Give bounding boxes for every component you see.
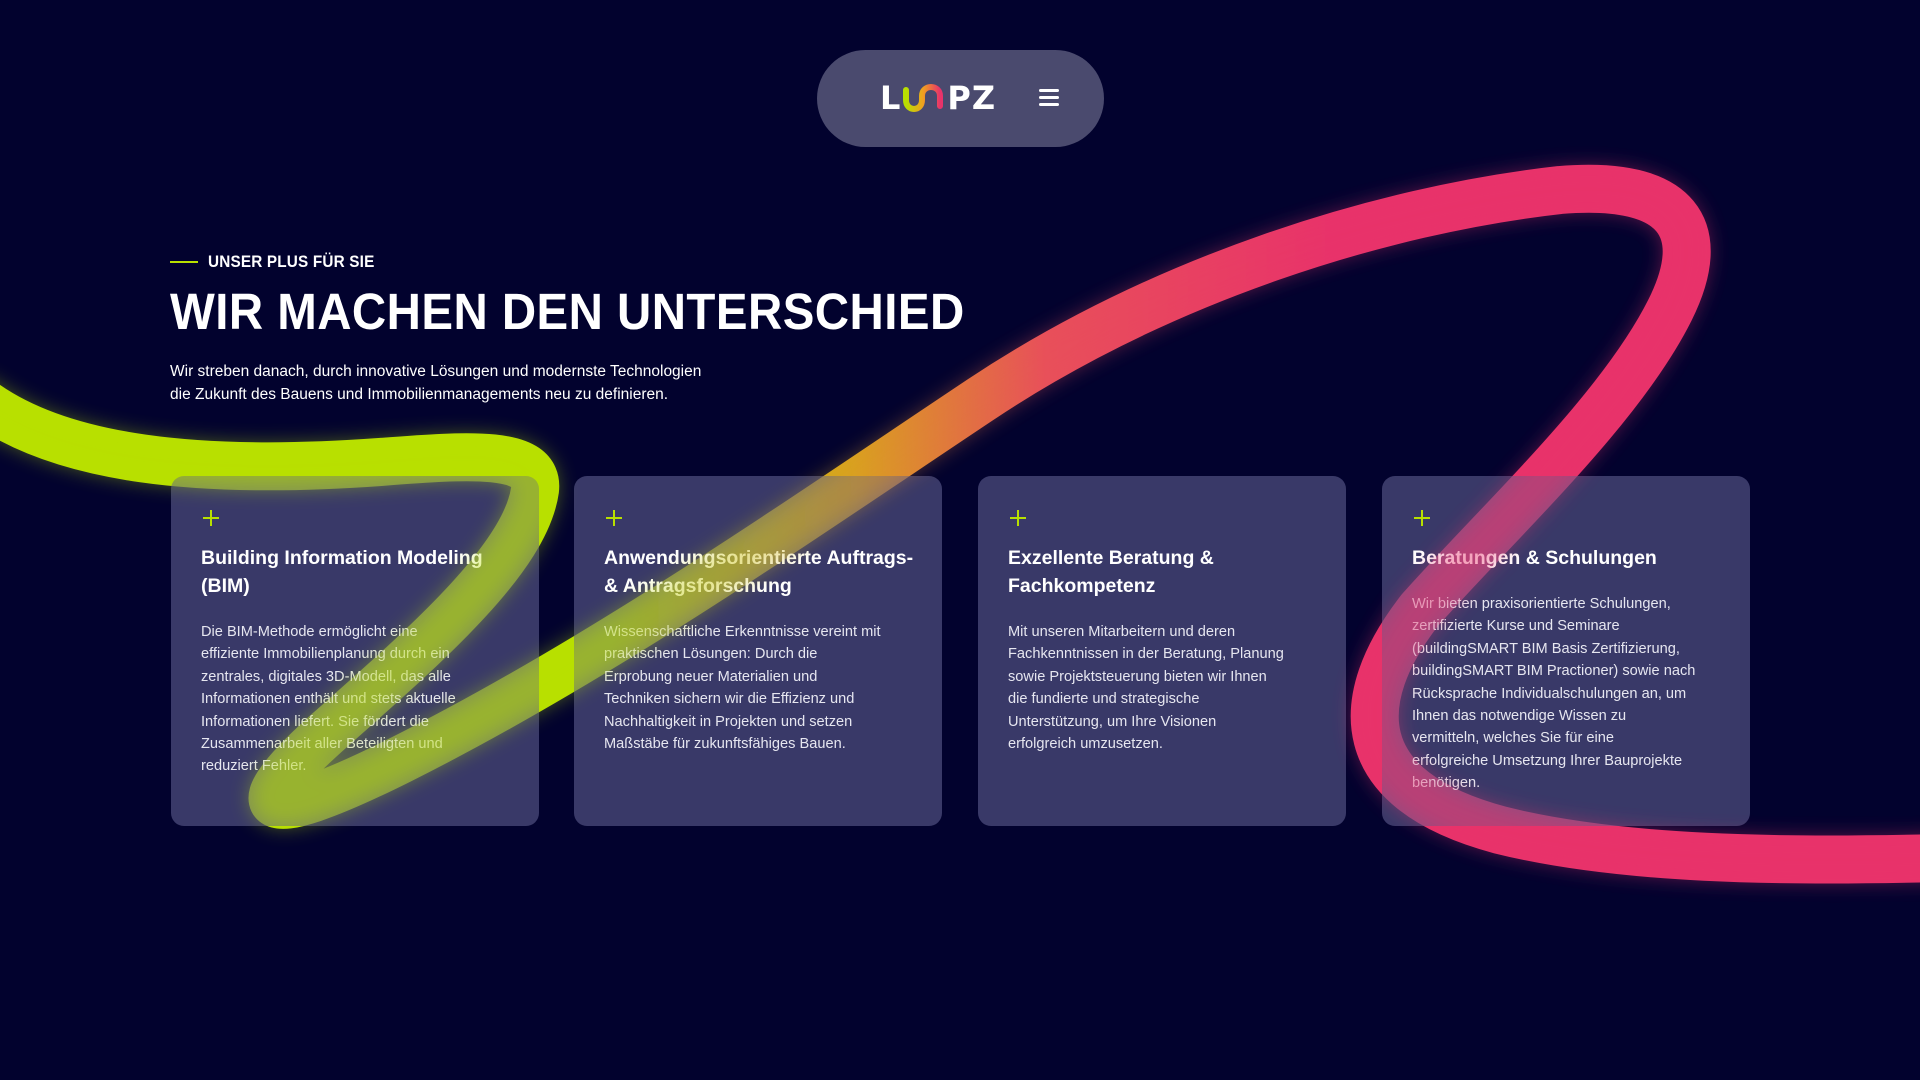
- card-text: Die BIM-Methode ermöglicht eine effizien…: [201, 621, 521, 778]
- top-navigation: L PZ: [817, 50, 1104, 147]
- card-title-line: Anwendungsorientierte Auftrags-: [604, 547, 914, 569]
- card-text-line: reduziert Fehler.: [201, 758, 307, 775]
- card-text-line: Nachhaltigkeit in Projekten und setzen: [604, 713, 853, 730]
- card-text-line: (buildingSMART BIM Basis Zertifizierung,: [1412, 640, 1680, 657]
- intro-line: die Zukunft des Bauens und Immobilienman…: [170, 386, 669, 403]
- card-title-line: (BIM): [201, 575, 250, 597]
- page: L PZ UNSER PLUS FÜR SIE WIR MACHEN DEN U…: [0, 0, 1920, 1080]
- card-text-line: Wir bieten praxisorientierte Schulungen,: [1412, 596, 1671, 612]
- card-text-line: sowie Projektsteuerung bieten wir Ihnen: [1008, 668, 1267, 685]
- card-text-line: Zusammenarbeit aller Beteiligten und: [201, 736, 443, 753]
- hamburger-menu-icon-bar: [1039, 96, 1059, 99]
- logo-letters-right: PZ: [947, 79, 997, 117]
- card-text-line: die fundierte und strategische: [1008, 691, 1200, 708]
- card-text: Mit unseren Mitarbeitern und deren Fachk…: [1008, 621, 1328, 755]
- card-text: Wissenschaftliche Erkenntnisse vereint m…: [604, 621, 924, 755]
- card-text-line: Fachkenntnissen in der Beratung, Planung: [1008, 646, 1284, 663]
- card-text-line: Informationen enthält und stets aktuelle: [201, 691, 456, 708]
- card-text-line: benötigen.: [1412, 775, 1481, 792]
- card-title-line: Fachkompetenz: [1008, 575, 1156, 597]
- card-title: Building Information Modeling (BIM): [201, 544, 516, 600]
- card-text-line: buildingSMART BIM Practioner) sowie nach: [1412, 663, 1696, 680]
- card-text-line: Maßstäbe für zukunftsfähiges Bauen.: [604, 736, 846, 753]
- plus-icon: [606, 510, 622, 526]
- card-text-line: erfolgreiche Umsetzung Ihrer Bauprojekte: [1412, 752, 1683, 769]
- hamburger-menu-icon-bar: [1039, 89, 1059, 92]
- page-title: WIR MACHEN DEN UNTERSCHIED: [170, 283, 965, 340]
- eyebrow-line: [170, 261, 198, 263]
- card-text: Wir bieten praxisorientierte Schulungen,…: [1412, 593, 1732, 795]
- eyebrow: UNSER PLUS FÜR SIE: [170, 252, 393, 272]
- card-title-line: Building Information Modeling: [201, 547, 483, 569]
- card-text-line: Mit unseren Mitarbeitern und deren: [1008, 624, 1236, 640]
- hamburger-menu-icon-bar: [1039, 103, 1059, 106]
- card-title-line: & Antragsforschung: [604, 575, 792, 597]
- intro-line: Wir streben danach, durch innovative Lös…: [170, 363, 702, 380]
- menu-button[interactable]: [1037, 85, 1061, 111]
- card-bim[interactable]: Building Information Modeling (BIM) Die …: [171, 476, 539, 826]
- card-text-line: praktischen Lösungen: Durch die: [604, 646, 818, 663]
- card-text-line: Erprobung neuer Materialien und: [604, 668, 818, 685]
- card-text-line: zertifizierte Kurse und Seminare: [1412, 618, 1620, 635]
- logo[interactable]: L PZ: [880, 78, 996, 118]
- card-text-line: Techniken sichern wir die Effizienz und: [604, 691, 855, 708]
- card-title: Beratungen & Schulungen: [1412, 544, 1727, 572]
- card-research[interactable]: Anwendungsorientierte Auftrags- & Antrag…: [574, 476, 942, 826]
- card-text-line: Rücksprache Individualschulungen an, um: [1412, 685, 1687, 702]
- card-text-line: Ihnen das notwendige Wissen zu: [1412, 708, 1627, 725]
- card-text-line: erfolgreich umzusetzen.: [1008, 736, 1163, 753]
- card-text-line: zentrales, digitales 3D-Modell, das alle: [201, 668, 451, 685]
- card-text-line: Unterstützung, um Ihre Visionen: [1008, 713, 1217, 730]
- card-title: Anwendungsorientierte Auftrags- & Antrag…: [604, 544, 919, 600]
- card-text-line: effiziente Immobilienplanung durch ein: [201, 646, 450, 663]
- plus-icon: [1010, 510, 1026, 526]
- plus-icon: [203, 510, 219, 526]
- eyebrow-text: UNSER PLUS FÜR SIE: [208, 252, 375, 271]
- card-text-line: Die BIM-Methode ermöglicht eine: [201, 624, 418, 640]
- card-consulting[interactable]: Exzellente Beratung & Fachkompetenz Mit …: [978, 476, 1346, 826]
- card-text-line: vermitteln, welches Sie für eine: [1412, 730, 1614, 747]
- card-title-line: Beratungen & Schulungen: [1412, 547, 1657, 569]
- logo-letter-left: L: [880, 79, 902, 117]
- card-title-line: Exzellente Beratung &: [1008, 547, 1214, 569]
- card-title: Exzellente Beratung & Fachkompetenz: [1008, 544, 1323, 600]
- intro-text: Wir streben danach, durch innovative Lös…: [170, 360, 770, 406]
- logo-loop-icon: [901, 78, 947, 118]
- card-training[interactable]: Beratungen & Schulungen Wir bieten praxi…: [1382, 476, 1750, 826]
- card-text-line: Informationen liefert. Sie fördert die: [201, 713, 429, 730]
- plus-icon: [1414, 510, 1430, 526]
- card-text-line: Wissenschaftliche Erkenntnisse vereint m…: [604, 624, 881, 640]
